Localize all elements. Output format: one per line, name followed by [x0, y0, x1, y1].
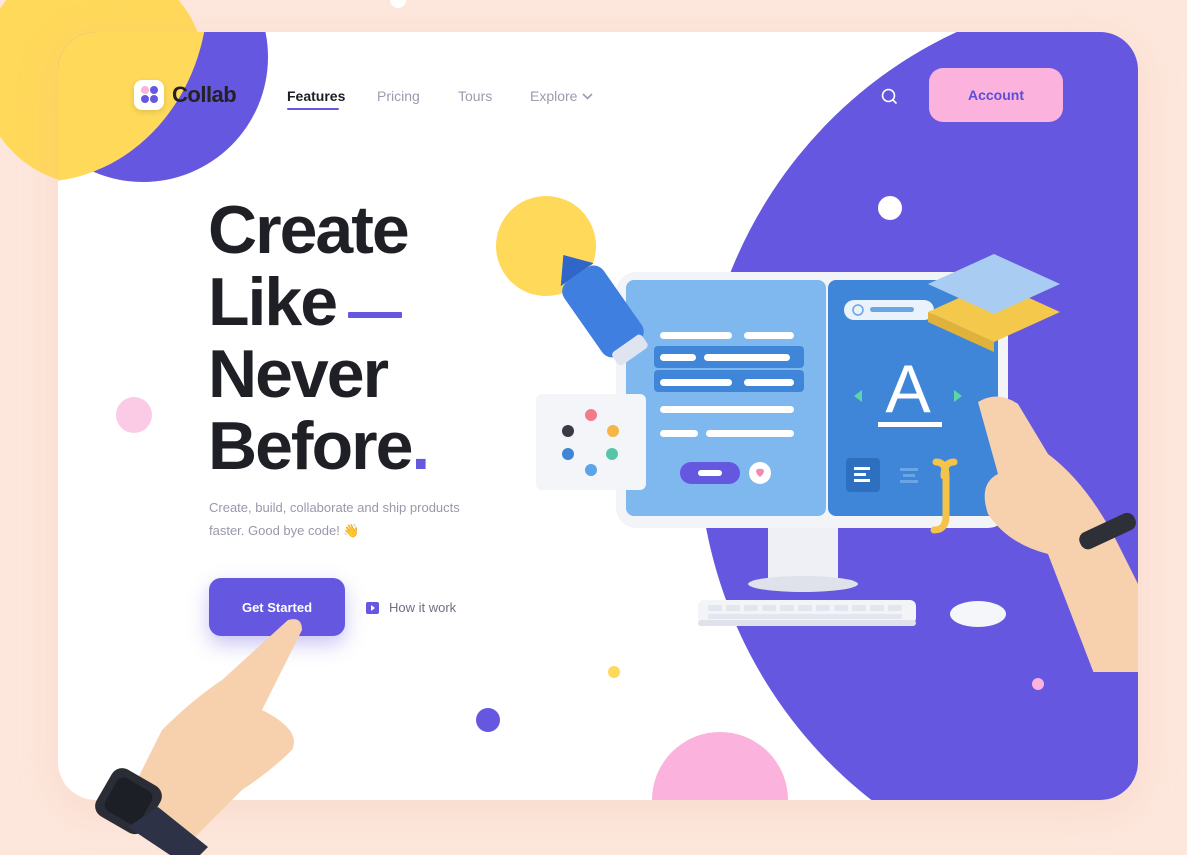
nav-pricing[interactable]: Pricing: [377, 88, 420, 104]
editor-letter: A: [885, 351, 931, 427]
nav-explore-label: Explore: [530, 88, 578, 104]
brand-name: Collab: [172, 82, 237, 107]
bg-white-dot: [390, 0, 406, 8]
how-it-work-label: How it work: [389, 600, 457, 615]
hero-title-line-4: Before: [208, 408, 413, 484]
search-icon[interactable]: [881, 88, 898, 105]
hero-title-line-1: Create: [208, 192, 410, 268]
pink-dot-right: [1032, 678, 1044, 690]
hero-title: Create Like Never Before.: [208, 192, 430, 484]
hero-title-line-3: Never: [208, 336, 389, 412]
white-dot: [878, 196, 902, 220]
nav-features[interactable]: Features: [287, 88, 345, 104]
nav-tours[interactable]: Tours: [458, 88, 492, 104]
purple-dot: [476, 708, 500, 732]
brand-period: .: [236, 82, 242, 107]
hero-title-line-2-wrap: Like: [208, 266, 428, 338]
nav-explore[interactable]: Explore: [530, 88, 594, 104]
hero-title-line-2: Like: [208, 264, 338, 340]
logo-icon[interactable]: [134, 80, 164, 110]
hero-title-line-4-wrap: Before.: [208, 408, 430, 484]
play-icon: [366, 601, 379, 614]
hero-subtitle: Create, build, collaborate and ship prod…: [209, 500, 460, 538]
right-hand-illustration: [978, 396, 1138, 672]
pink-dot-left: [116, 397, 152, 433]
chevron-down-icon: [582, 92, 594, 100]
left-hand-illustration: [95, 619, 302, 855]
accent-period: .: [411, 408, 430, 484]
how-it-work-link[interactable]: How it work: [366, 600, 456, 615]
accent-dash: [348, 312, 403, 319]
account-button[interactable]: Account: [929, 68, 1063, 122]
nav-active-indicator: [287, 108, 339, 110]
yellow-dot: [608, 666, 620, 678]
pink-half-circle: [652, 732, 788, 800]
brand-logo[interactable]: Collab.: [172, 82, 242, 108]
